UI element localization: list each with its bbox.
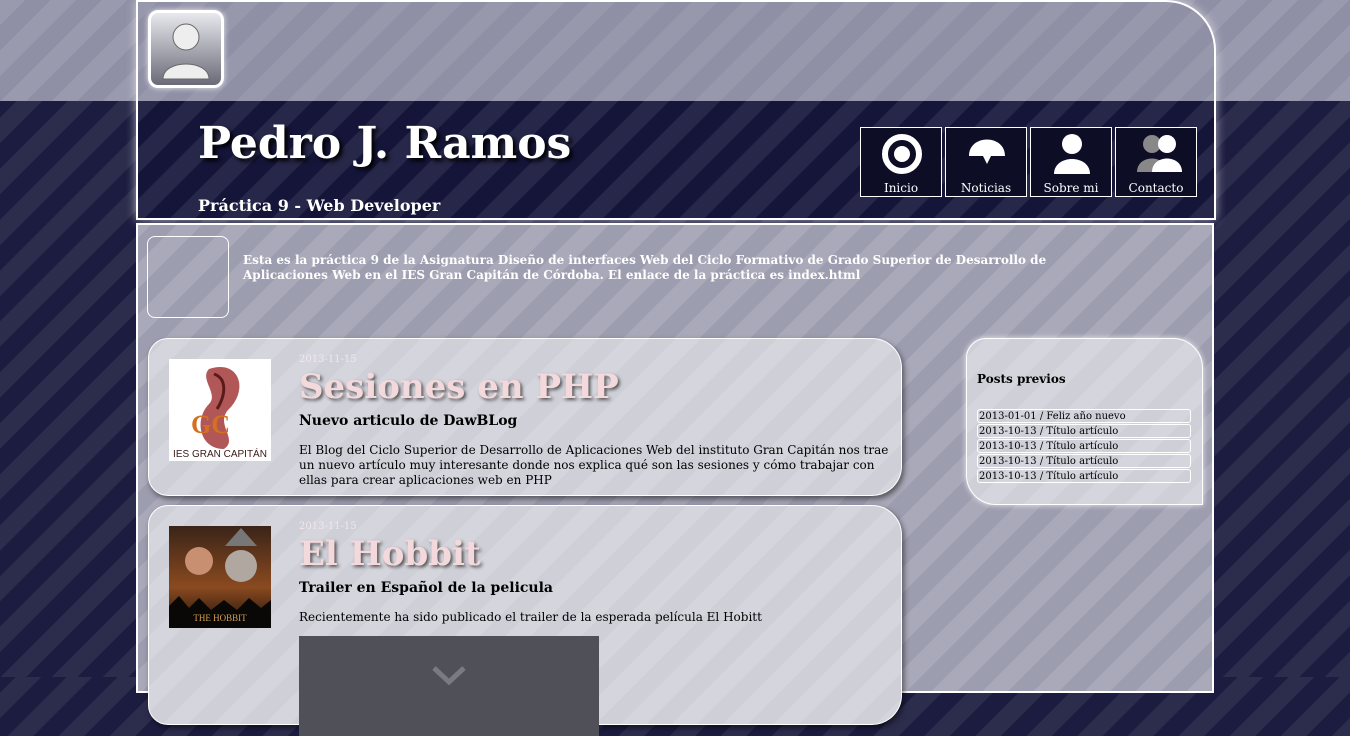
post-thumbnail[interactable]: GC IES GRAN CAPITÁN (169, 359, 271, 461)
post-subtitle: Nuevo articulo de DawBLog (299, 413, 518, 429)
nav-label: Inicio (883, 181, 919, 195)
video-embed[interactable] (299, 636, 599, 736)
post-card: GC IES GRAN CAPITÁN 2013-11-15 Sesiones … (148, 338, 902, 496)
intro-image-placeholder (147, 236, 229, 318)
dome-icon (969, 139, 1005, 164)
avatar-icon[interactable] (148, 10, 224, 88)
post-date: 2013-11-15 (299, 354, 357, 365)
main-nav: Inicio Noticias Sobre mi Contacto (860, 127, 1197, 197)
site-header: Pedro J. Ramos Práctica 9 - Web Develope… (136, 0, 1216, 220)
previous-post-link[interactable]: 2013-10-13 / Título artículo (977, 454, 1191, 468)
main-content: Esta es la práctica 9 de la Asignatura D… (136, 223, 1214, 736)
previous-post-link[interactable]: 2013-10-13 / Título artículo (977, 469, 1191, 483)
previous-post-link[interactable]: 2013-01-01 / Feliz año nuevo (977, 409, 1191, 423)
ies-gran-capitan-logo-icon: GC IES GRAN CAPITÁN (169, 359, 271, 461)
nav-label: Contacto (1128, 181, 1184, 195)
post-title[interactable]: El Hobbit (299, 534, 481, 574)
hobbit-poster-icon: THE HOBBIT (169, 526, 271, 628)
previous-posts-list: 2013-01-01 / Feliz año nuevo 2013-10-13 … (977, 409, 1191, 484)
user-icon (1054, 134, 1090, 174)
close-icon (432, 666, 466, 686)
site-title: Pedro J. Ramos (198, 118, 572, 169)
nav-item-sobre-mi[interactable]: Sobre mi (1030, 127, 1112, 197)
site-subtitle: Práctica 9 - Web Developer (198, 196, 441, 215)
svg-text:GC: GC (191, 410, 230, 439)
sidebar-previous-posts: Posts previos 2013-01-01 / Feliz año nue… (966, 338, 1203, 505)
svg-text:IES GRAN CAPITÁN: IES GRAN CAPITÁN (173, 447, 267, 460)
svg-text:THE HOBBIT: THE HOBBIT (193, 613, 247, 623)
nav-item-inicio[interactable]: Inicio (860, 127, 942, 197)
nav-label: Sobre mi (1043, 181, 1099, 195)
previous-post-link[interactable]: 2013-10-13 / Título artículo (977, 439, 1191, 453)
post-subtitle: Trailer en Español de la pelicula (299, 580, 553, 596)
post-title[interactable]: Sesiones en PHP (299, 367, 619, 407)
post-thumbnail[interactable]: THE HOBBIT (169, 526, 271, 628)
users-icon (1137, 135, 1182, 172)
post-body: Recientemente ha sido publicado el trail… (299, 610, 762, 624)
post-card: THE HOBBIT 2013-11-15 El Hobbit Trailer … (148, 505, 902, 736)
nav-label: Noticias (960, 181, 1012, 195)
nav-item-contacto[interactable]: Contacto (1115, 127, 1197, 197)
intro-text: Esta es la práctica 9 de la Asignatura D… (243, 253, 1047, 282)
nav-item-noticias[interactable]: Noticias (945, 127, 1027, 197)
sidebar-title: Posts previos (977, 372, 1066, 386)
post-date: 2013-11-15 (299, 521, 357, 532)
previous-post-link[interactable]: 2013-10-13 / Título artículo (977, 424, 1191, 438)
post-body: El Blog del Ciclo Superior de Desarrollo… (299, 443, 889, 487)
target-icon (882, 134, 922, 174)
